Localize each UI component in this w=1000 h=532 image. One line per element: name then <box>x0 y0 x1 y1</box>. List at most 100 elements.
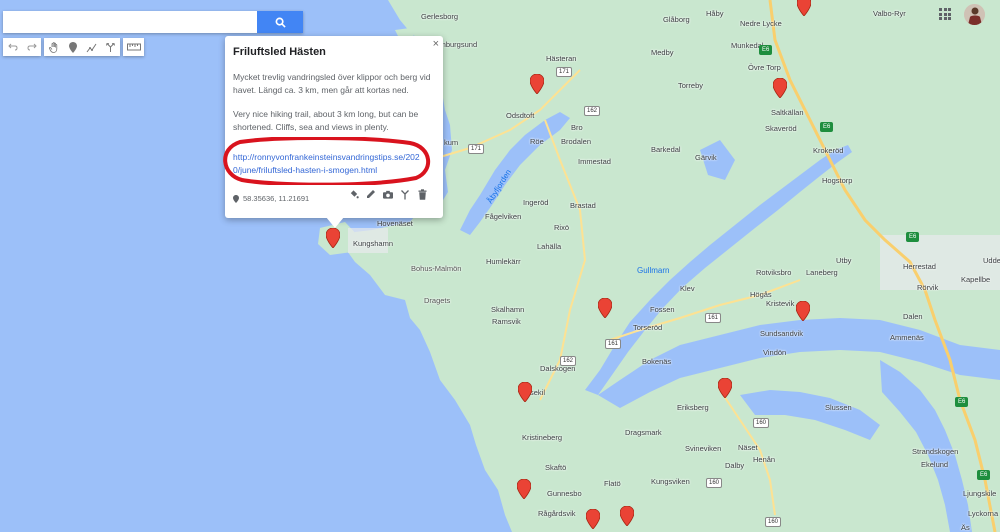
undo-icon <box>7 43 18 51</box>
place-label: Ramsvik <box>492 317 521 326</box>
place-label: Herrestad <box>903 262 936 271</box>
place-label: Dalen <box>903 312 923 321</box>
map-marker[interactable] <box>718 378 732 398</box>
map-marker[interactable] <box>518 382 532 402</box>
road-shield: 161 <box>605 339 622 349</box>
info-window-tail <box>326 217 344 228</box>
undo-redo-group <box>3 38 41 56</box>
map-marker[interactable] <box>796 301 810 321</box>
place-label: kum <box>444 138 459 147</box>
place-label: Rotviksbro <box>756 268 792 277</box>
place-label: Lahälla <box>537 242 562 251</box>
place-label: Skaftö <box>545 463 567 472</box>
location-pin-icon <box>233 194 239 203</box>
measure-group <box>123 38 144 56</box>
style-button[interactable] <box>349 188 359 200</box>
place-label: Flatö <box>604 479 621 488</box>
road-shield: E6 <box>820 122 834 132</box>
place-label: Gunnesbo <box>547 489 582 498</box>
coordinates: 58.35636, 11.21691 <box>233 194 309 203</box>
road-shield: E6 <box>955 397 969 407</box>
place-label: Gerlesborg <box>421 12 459 21</box>
map-marker[interactable] <box>797 0 811 16</box>
place-label: Bro <box>571 123 583 132</box>
close-icon[interactable]: × <box>433 38 439 50</box>
place-label: Dalby <box>725 461 745 470</box>
place-label: Gärvik <box>695 153 717 162</box>
add-marker-button[interactable] <box>63 38 82 56</box>
pan-tool-button[interactable] <box>44 38 63 56</box>
undo-button[interactable] <box>3 38 22 56</box>
place-label: Brastad <box>570 201 596 210</box>
tools-group <box>44 38 120 56</box>
road-shield: E6 <box>906 232 920 242</box>
place-label: Rågårdsvik <box>538 509 576 518</box>
place-label: Bohus-Malmön <box>411 264 462 273</box>
place-label: Humlekärr <box>486 257 521 266</box>
redo-icon <box>26 43 37 51</box>
place-label: Fossen <box>650 305 675 314</box>
water-label: Gullmarn <box>637 266 670 275</box>
place-label: Barkedal <box>651 145 681 154</box>
place-label: Ekelund <box>921 460 949 469</box>
apps-grid-icon[interactable] <box>939 8 951 20</box>
place-label: Laneberg <box>806 268 838 277</box>
place-label: Bokenäs <box>642 357 672 366</box>
place-label: Skaveröd <box>765 124 797 133</box>
delete-button[interactable] <box>417 188 427 200</box>
search-box <box>3 11 303 33</box>
place-label: Hovenäset <box>377 219 413 228</box>
road-shield: 171 <box>468 144 485 154</box>
search-input[interactable] <box>3 11 265 33</box>
add-marker-icon <box>68 41 77 53</box>
redo-button[interactable] <box>22 38 41 56</box>
road-shield: 162 <box>584 106 601 116</box>
info-window: Friluftsled Hästen × Mycket trevlig vand… <box>225 36 443 218</box>
place-label: Äs <box>961 523 970 532</box>
map-canvas[interactable] <box>0 0 1000 532</box>
map-marker[interactable] <box>598 298 612 318</box>
search-button[interactable] <box>257 11 303 33</box>
place-label: Valbo-Ryr <box>873 9 906 18</box>
road-shield: E6 <box>977 470 991 480</box>
place-label: Ljungskile <box>963 489 997 498</box>
place-label: Kungsviken <box>651 477 690 486</box>
road-shield: 171 <box>556 67 573 77</box>
directions-button[interactable] <box>400 188 410 200</box>
place-label: Skalhamn <box>491 305 525 314</box>
map-marker[interactable] <box>620 506 634 526</box>
place-label: Udde <box>983 256 1000 265</box>
directions-icon <box>401 189 409 199</box>
place-label: Utby <box>836 256 852 265</box>
info-window-title: Friluftsled Hästen <box>233 46 326 58</box>
map-marker[interactable] <box>530 74 544 94</box>
map-marker[interactable] <box>517 479 531 499</box>
edit-button[interactable] <box>366 188 376 200</box>
place-label: Svineviken <box>685 444 722 453</box>
measure-button[interactable] <box>123 38 144 56</box>
place-label: Medby <box>651 48 674 57</box>
road-shield: 162 <box>560 356 577 366</box>
place-label: Röe <box>530 137 544 146</box>
place-label: Kungshamn <box>353 239 394 248</box>
highlight-annotation <box>223 137 431 185</box>
place-label: Rörvik <box>917 283 939 292</box>
camera-icon <box>383 190 393 199</box>
add-photo-button[interactable] <box>383 188 393 200</box>
map-marker[interactable] <box>586 509 600 529</box>
map-toolbar <box>3 38 144 56</box>
map-marker-selected[interactable] <box>326 228 340 248</box>
place-label: Eriksberg <box>677 403 709 412</box>
place-label: Slussen <box>825 403 852 412</box>
place-label: Näset <box>738 443 758 452</box>
avatar[interactable] <box>964 4 985 25</box>
draw-line-button[interactable] <box>82 38 101 56</box>
place-label: Henån <box>753 455 776 464</box>
map-marker[interactable] <box>773 78 787 98</box>
place-label: Kapellbe <box>961 275 991 284</box>
directions-button[interactable] <box>101 38 120 56</box>
place-label: Kristevik <box>766 299 795 308</box>
place-label: Fågelviken <box>485 212 522 221</box>
place-label: Immestad <box>578 157 611 166</box>
road-shield: 161 <box>705 313 722 323</box>
